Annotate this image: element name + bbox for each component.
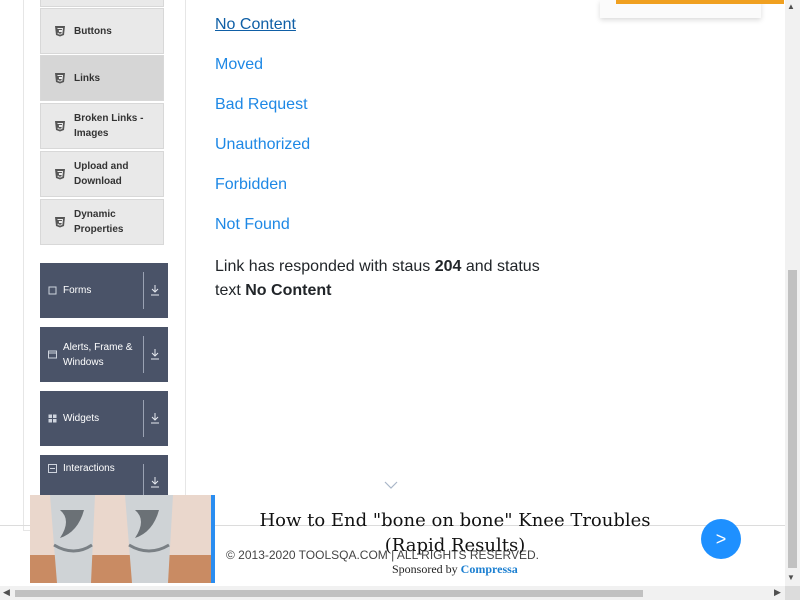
download-icon[interactable]	[149, 347, 161, 361]
response-prefix: Link has responded with staus	[215, 258, 431, 275]
horizontal-scrollbar-thumb[interactable]	[15, 590, 643, 597]
download-icon[interactable]	[149, 411, 161, 425]
link-response: Link has responded with staus 204 and st…	[215, 255, 555, 303]
response-status-text: No Content	[245, 282, 332, 299]
sidebar-item-label: Upload and Download	[74, 161, 129, 187]
sidebar-group-interactions[interactable]: Interactions	[40, 455, 168, 495]
divider	[143, 464, 144, 495]
scroll-down-icon[interactable]: ▼	[787, 573, 795, 582]
html5-icon	[55, 121, 65, 132]
sidebar-group-widgets[interactable]: Widgets	[40, 391, 168, 446]
widgets-icon	[48, 414, 57, 423]
form-icon	[48, 286, 57, 295]
response-status-code: 204	[434, 258, 462, 275]
scrollbar-corner	[785, 586, 800, 600]
sidebar-group-alerts[interactable]: Alerts, Frame & Windows	[40, 327, 168, 382]
scroll-up-icon[interactable]: ▲	[787, 2, 795, 11]
sidebar-group-label: Interactions	[63, 462, 115, 474]
sidebar-item-label: Buttons	[74, 25, 112, 37]
ad-stripe	[211, 495, 215, 583]
sidebar-item-label: Links	[74, 72, 101, 84]
window-icon	[48, 350, 57, 359]
ad-next-button[interactable]: >	[701, 519, 741, 559]
scroll-right-icon[interactable]: ▶	[774, 587, 781, 598]
ad-accent-bar	[616, 0, 784, 4]
chevron-down-icon[interactable]	[383, 480, 399, 490]
ad-sponsor-name[interactable]: Compressa	[461, 562, 518, 576]
download-icon[interactable]	[149, 475, 161, 489]
scroll-left-icon[interactable]: ◀	[3, 587, 10, 598]
html5-icon	[55, 26, 65, 37]
bad-request-link[interactable]: Bad Request	[215, 96, 308, 114]
sidebar-group-label: Alerts, Frame & Windows	[63, 341, 133, 368]
ad-headline[interactable]: How to End "bone on bone" Knee Troubles …	[230, 508, 680, 558]
sidebar-item-upload-download[interactable]: Upload and Download	[40, 151, 164, 197]
knee-sleeve-image	[30, 495, 211, 583]
sidebar-group-label: Widgets	[63, 413, 100, 424]
sidebar-item-previous[interactable]	[40, 0, 164, 7]
html5-icon	[55, 169, 65, 180]
sidebar-item-dynamic-properties[interactable]: Dynamic Properties	[40, 199, 164, 245]
moved-link[interactable]: Moved	[215, 56, 263, 74]
no-content-link[interactable]: No Content	[215, 16, 296, 34]
unauthorized-link[interactable]: Unauthorized	[215, 136, 310, 154]
html5-icon	[55, 217, 65, 228]
divider	[143, 400, 144, 437]
sidebar-item-buttons[interactable]: Buttons	[40, 8, 164, 54]
sidebar-item-label: Broken Links - Images	[74, 113, 144, 139]
forbidden-link[interactable]: Forbidden	[215, 176, 287, 194]
divider	[143, 336, 144, 373]
top-ad-box[interactable]	[600, 0, 784, 18]
sidebar-item-links[interactable]: Links	[40, 55, 164, 101]
sidebar-item-label: Dynamic Properties	[74, 209, 124, 235]
vertical-scrollbar-thumb[interactable]	[788, 270, 797, 568]
ad-sponsor: Sponsored by Compressa	[392, 562, 518, 577]
sidebar-group-forms[interactable]: Forms	[40, 263, 168, 318]
sidebar-group-label: Forms	[63, 285, 92, 296]
divider	[143, 272, 144, 309]
html5-icon	[55, 73, 65, 84]
not-found-link[interactable]: Not Found	[215, 216, 290, 234]
ad-image[interactable]	[30, 495, 211, 583]
ad-sponsored-by: Sponsored by	[392, 562, 458, 576]
sidebar-item-broken-links[interactable]: Broken Links - Images	[40, 103, 164, 149]
download-icon[interactable]	[149, 283, 161, 297]
interactions-icon	[48, 463, 57, 473]
